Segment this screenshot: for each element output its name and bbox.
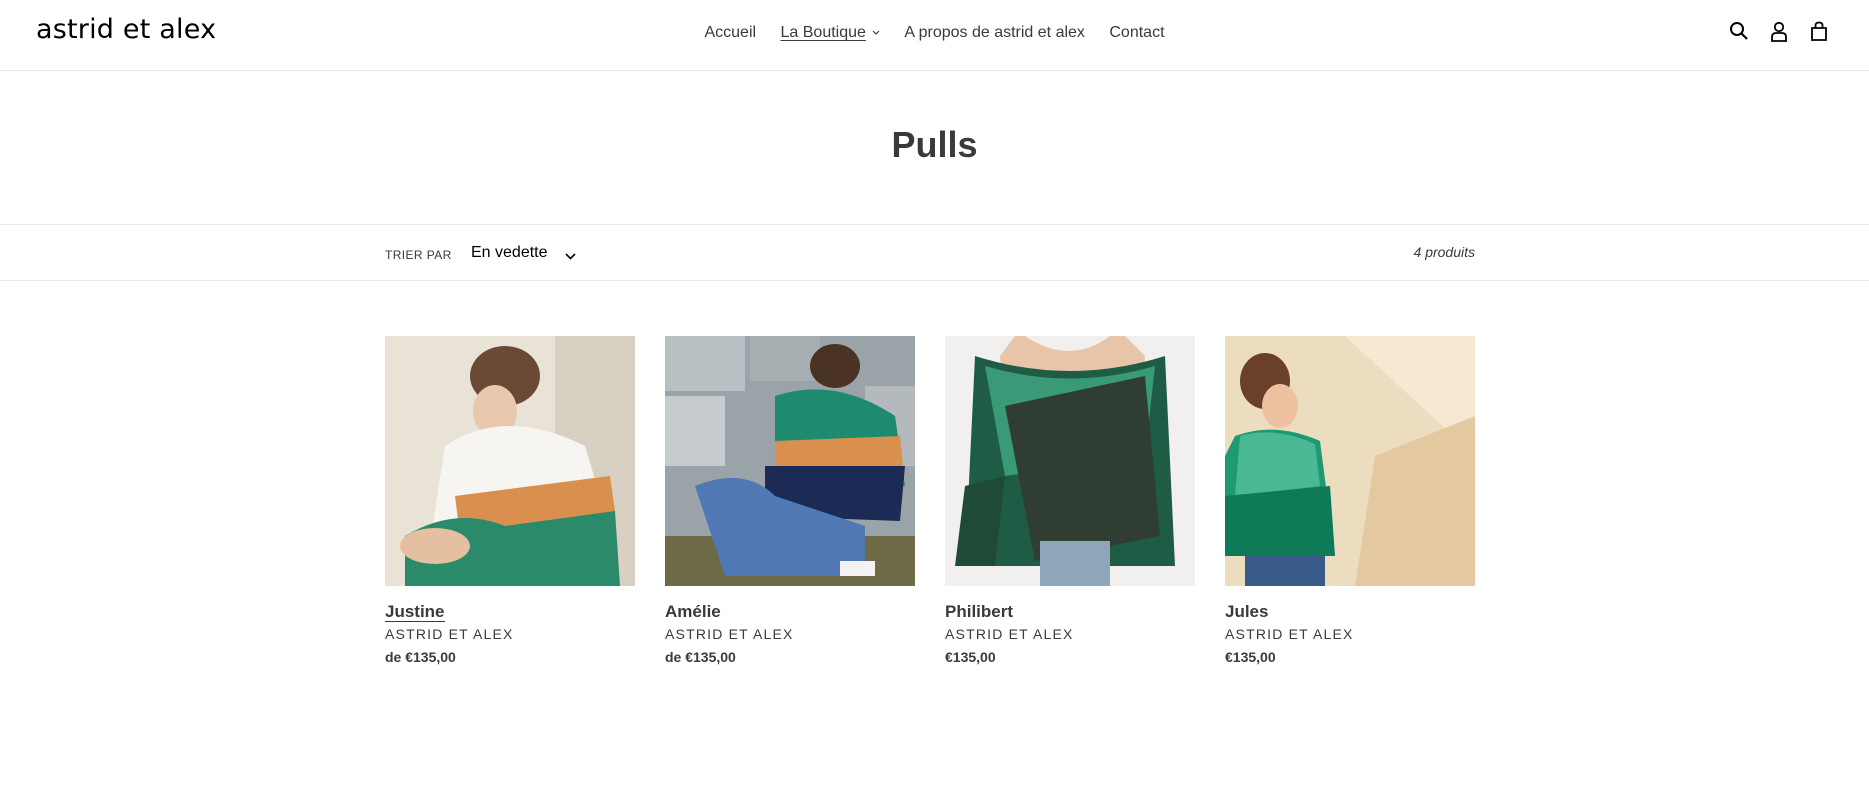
product-title[interactable]: Philibert — [945, 602, 1195, 622]
nav-item-accueil[interactable]: Accueil — [704, 24, 756, 42]
product-card-philibert[interactable]: Philibert ASTRID ET ALEX €135,00 — [945, 336, 1195, 666]
product-count: 4 produits — [1413, 244, 1475, 260]
product-vendor: ASTRID ET ALEX — [945, 626, 1074, 642]
product-image[interactable] — [385, 336, 635, 586]
product-vendor: ASTRID ET ALEX — [385, 626, 514, 642]
nav-item-label: Contact — [1109, 24, 1165, 41]
sort-select[interactable]: En vedette — [471, 243, 576, 265]
product-image[interactable] — [1225, 336, 1475, 586]
product-vendor: ASTRID ET ALEX — [1225, 626, 1354, 642]
product-vendor: ASTRID ET ALEX — [665, 626, 794, 642]
nav-item-contact[interactable]: Contact — [1109, 24, 1164, 42]
nav-item-a-propos[interactable]: A propos de astrid et alex — [904, 24, 1085, 42]
nav-item-label: A propos de astrid et alex — [904, 24, 1085, 41]
chevron-down-icon — [872, 22, 880, 40]
product-image[interactable] — [665, 336, 915, 586]
sort-label: TRIER PAR — [385, 248, 452, 262]
nav-item-label: La Boutique — [780, 24, 866, 41]
product-card-amelie[interactable]: Amélie ASTRID ET ALEX de €135,00 — [665, 336, 915, 666]
product-title[interactable]: Justine — [385, 602, 635, 622]
product-price: de €135,00 — [665, 649, 736, 665]
product-price: €135,00 — [945, 649, 996, 665]
search-icon[interactable] — [1729, 20, 1749, 42]
main-nav: Accueil La Boutique A propos de astrid e… — [0, 22, 1869, 42]
product-card-jules[interactable]: Jules ASTRID ET ALEX €135,00 — [1225, 336, 1475, 666]
product-image[interactable] — [945, 336, 1195, 586]
site-header: astrid et alex Accueil La Boutique A pro… — [0, 0, 1869, 71]
page-title: Pulls — [891, 124, 978, 165]
product-title[interactable]: Jules — [1225, 602, 1475, 622]
chevron-down-icon — [565, 247, 576, 265]
sort-select-value: En vedette — [471, 244, 548, 261]
product-price: €135,00 — [1225, 649, 1276, 665]
nav-item-label: Accueil — [704, 24, 757, 41]
product-price: de €135,00 — [385, 649, 456, 665]
product-title[interactable]: Amélie — [665, 602, 915, 622]
cart-icon[interactable] — [1809, 20, 1829, 42]
account-icon[interactable] — [1769, 20, 1789, 42]
header-icons — [1729, 20, 1829, 42]
nav-item-la-boutique[interactable]: La Boutique — [781, 22, 880, 42]
filter-bar: TRIER PAR En vedette 4 produits — [0, 224, 1869, 281]
product-card-justine[interactable]: Justine ASTRID ET ALEX de €135,00 — [385, 336, 635, 666]
